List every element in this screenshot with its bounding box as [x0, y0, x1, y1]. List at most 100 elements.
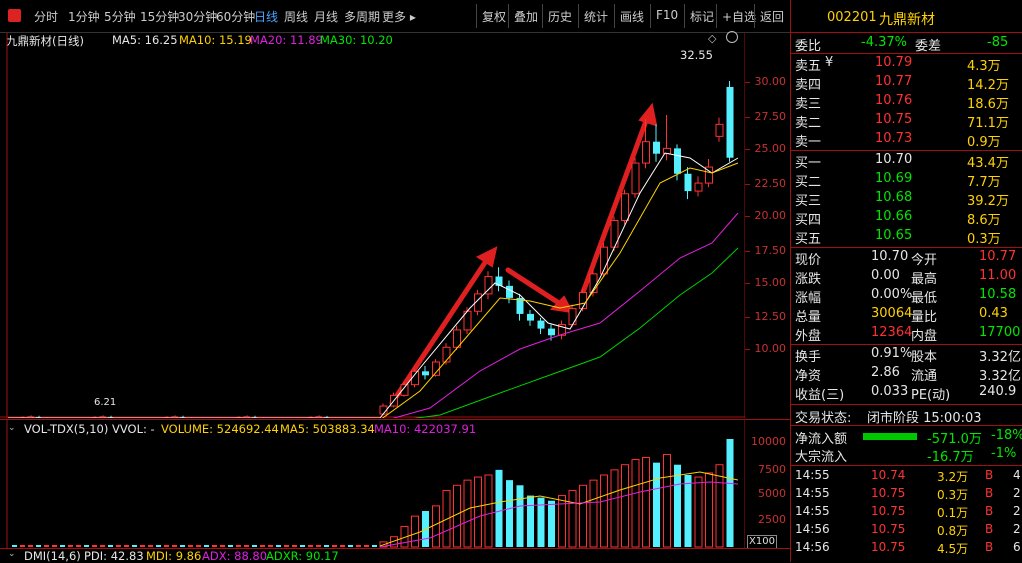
period-tab-1[interactable]: 1分钟 [68, 8, 100, 25]
tick-extra: 4 [1013, 468, 1021, 482]
period-tab-3[interactable]: 15分钟 [140, 8, 179, 25]
stat-label: 今开 [911, 249, 937, 268]
volume-bar [356, 545, 361, 547]
volume-bar [324, 545, 329, 547]
candle [569, 309, 576, 325]
ask-label: 卖三 [795, 93, 821, 112]
tool-button-6[interactable]: 标记 [690, 8, 714, 25]
dmi-adx: ADX: 88.80 [202, 549, 267, 563]
stat-value: 17700 [979, 325, 1020, 340]
ask-label: 卖五 [795, 55, 821, 74]
price-tick: 10.00 [746, 342, 786, 355]
volume-bar [496, 470, 503, 547]
volume-bar [332, 545, 337, 547]
stat-value: 3.32亿 [979, 365, 1021, 384]
toolbar-sep-3 [578, 4, 579, 28]
stat-value: 3.32亿 [979, 346, 1021, 365]
tick-volume: 0.1万 [937, 504, 968, 521]
volume-bar [412, 516, 419, 547]
stat-label: 最低 [911, 287, 937, 306]
volume-bar [244, 545, 249, 547]
period-tab-0[interactable]: 分时 [34, 8, 58, 25]
volume-bar [372, 545, 377, 547]
kline-chart[interactable] [0, 33, 745, 418]
price-tick: 25.00 [746, 142, 786, 155]
period-tab-4[interactable]: 30分钟 [178, 8, 217, 25]
tool-button-2[interactable]: 历史 [548, 8, 572, 25]
tick-side: B [985, 486, 993, 500]
volume-bar [68, 545, 73, 547]
ask-volume: 0.9万 [967, 131, 1001, 150]
settings-icon[interactable] [726, 31, 738, 43]
stat-value: 0.43 [979, 306, 1008, 321]
flow-label: 净流入额 [795, 428, 847, 447]
tick-extra: 6 [1013, 540, 1021, 554]
volume-bar [212, 545, 217, 547]
volume-bar [180, 545, 185, 547]
volume-bar [706, 473, 713, 547]
volume-bar [674, 465, 681, 547]
period-tab-2[interactable]: 5分钟 [104, 8, 136, 25]
volume-bar [364, 545, 369, 547]
price-tick: 15.00 [746, 276, 786, 289]
volume-bar [172, 545, 177, 547]
toolbar-sep-2 [542, 4, 543, 28]
stock-code: 002201 [827, 10, 877, 25]
candle [695, 183, 702, 191]
period-toolbar: 分时 1分钟5分钟15分钟30分钟60分钟日线周线月线多周期更多 ▸ 复权叠加历史… [0, 0, 790, 33]
tool-button-1[interactable]: 叠加 [514, 8, 538, 25]
tool-button-0[interactable]: 复权 [482, 8, 506, 25]
tool-button-8[interactable]: 返回 [760, 8, 784, 25]
tool-button-5[interactable]: F10 [656, 8, 678, 22]
volume-bar [268, 545, 273, 547]
collapse-icon[interactable] [8, 9, 21, 22]
ask-price: 10.75 [875, 112, 912, 127]
dmi-toggle-icon[interactable]: ⌄ [8, 549, 16, 559]
volume-bar [727, 439, 734, 547]
diamond-icon[interactable]: ◇ [708, 32, 716, 45]
price-tick-mark [745, 216, 750, 217]
candle [527, 314, 534, 321]
toolbar-sep-8 [754, 4, 755, 28]
ask-price: 10.79 [875, 55, 912, 70]
stat-value: 10.58 [979, 287, 1016, 302]
volume-bar [236, 545, 241, 547]
volume-bar [664, 454, 671, 547]
ask-label: 卖一 [795, 131, 821, 150]
volume-bar [622, 465, 629, 547]
period-tab-9[interactable]: 多周期 [344, 8, 380, 25]
tool-button-3[interactable]: 统计 [584, 8, 608, 25]
period-tab-6[interactable]: 日线 [254, 8, 278, 25]
stat-label: 涨幅 [795, 287, 821, 306]
volume-bar [292, 545, 297, 547]
bid-volume: 0.3万 [967, 228, 1001, 247]
stat-label: 最高 [911, 268, 937, 287]
period-tab-8[interactable]: 月线 [314, 8, 338, 25]
period-tab-10[interactable]: 更多 ▸ [382, 8, 416, 25]
volume-bar [464, 480, 471, 547]
candle [538, 321, 545, 329]
dmi-panel[interactable]: ⌄ DMI(14,6) PDI: 42.83 MDI: 9.86 ADX: 88… [0, 548, 790, 563]
weicha-value: -85 [987, 35, 1008, 50]
dmi-mdi: MDI: 9.86 [146, 549, 201, 563]
volume-bar [316, 545, 321, 547]
tool-button-7[interactable]: +自选 [722, 8, 756, 25]
stat-label: 流通 [911, 365, 937, 384]
stock-name: 九鼎新材 [879, 9, 935, 29]
candle [611, 220, 618, 247]
bid-volume: 7.7万 [967, 171, 1001, 190]
volume-bar [695, 477, 702, 547]
tick-volume: 4.5万 [937, 540, 968, 557]
flow-bar [863, 433, 917, 440]
tick-time: 14:55 [795, 486, 830, 500]
weicha-label: 委差 [915, 35, 941, 54]
period-tab-5[interactable]: 60分钟 [216, 8, 255, 25]
ma-line-2 [8, 213, 738, 418]
volume-chart[interactable] [0, 420, 745, 548]
candle [506, 286, 513, 298]
period-tab-7[interactable]: 周线 [284, 8, 308, 25]
tick-time: 14:55 [795, 504, 830, 518]
tick-side: B [985, 540, 993, 554]
tool-button-4[interactable]: 画线 [620, 8, 644, 25]
candle [622, 194, 629, 221]
